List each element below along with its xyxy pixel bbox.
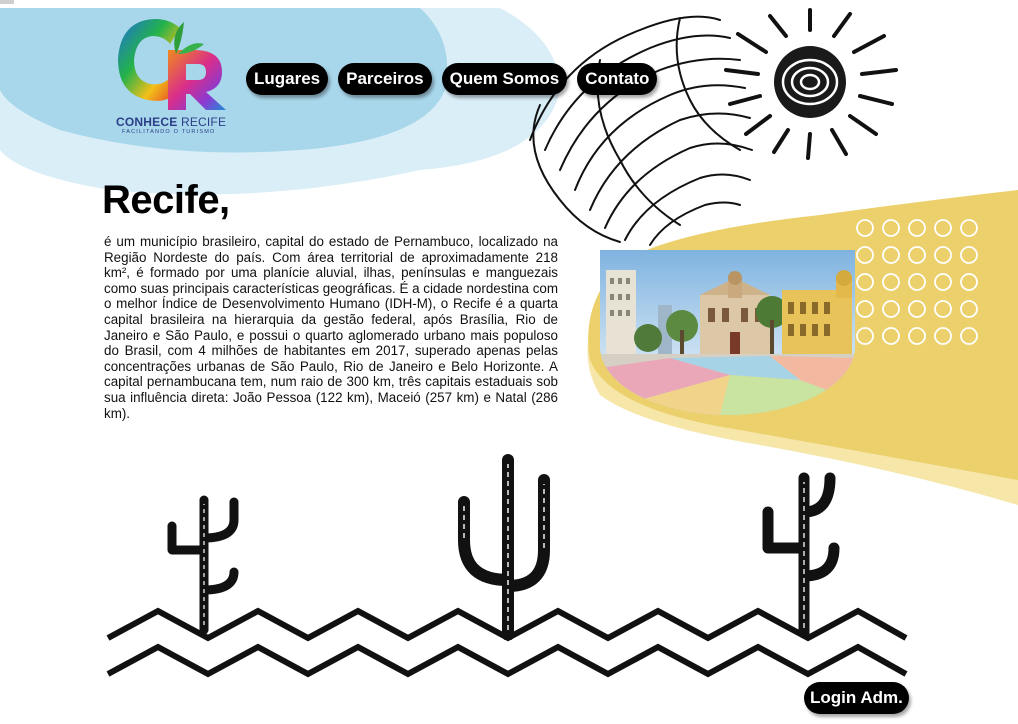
cactus-icon — [167, 495, 239, 635]
page: CONHECE RECIFE FACILITANDO O TURISMO Lug… — [0, 0, 1018, 724]
cactus-icon — [458, 454, 550, 640]
cactus-icon — [762, 472, 840, 638]
admin-login-button[interactable]: Login Adm. — [804, 682, 909, 714]
